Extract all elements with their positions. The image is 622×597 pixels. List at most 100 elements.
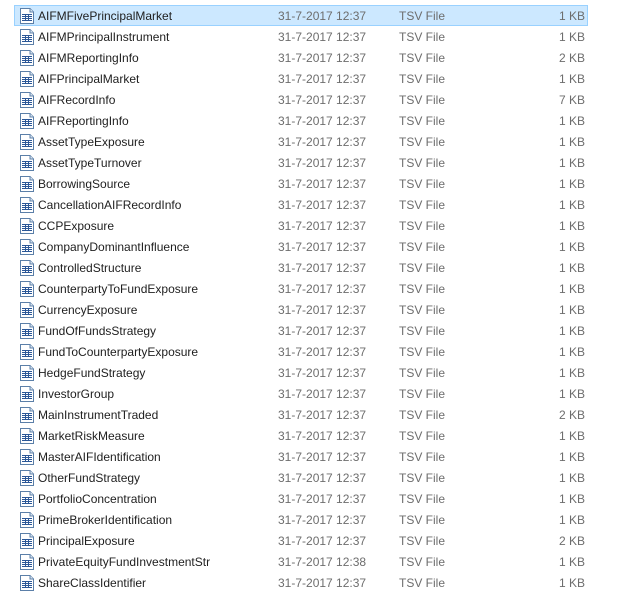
file-row[interactable]: HedgeFundStrategy 31-7-2017 12:37 TSV File… (14, 362, 588, 383)
file-name: AIFReportingInfo (38, 114, 129, 128)
file-name: CCPExposure (38, 219, 115, 233)
tsv-file-icon (20, 71, 34, 87)
file-row[interactable]: PrivateEquityFundInvestmentStr 31-7-2017 … (14, 551, 588, 572)
file-type: TSV File (399, 303, 446, 317)
file-date-modified: 31-7-2017 12:37 (278, 156, 367, 170)
file-size: 2 KB (558, 534, 585, 548)
tsv-file-icon (20, 50, 34, 66)
file-row[interactable]: CCPExposure 31-7-2017 12:37 TSV File 1 KB (14, 215, 588, 236)
file-row[interactable]: BorrowingSource 31-7-2017 12:37 TSV File 1 … (14, 173, 588, 194)
file-row[interactable]: ShareClassIdentifier 31-7-2017 12:37 TSV F… (14, 572, 588, 593)
file-row[interactable]: PrincipalExposure 31-7-2017 12:37 TSV File… (14, 530, 588, 551)
file-type: TSV File (399, 492, 446, 506)
tsv-file-icon (20, 449, 34, 465)
file-type: TSV File (399, 93, 446, 107)
file-size: 1 KB (558, 240, 585, 254)
file-size: 1 KB (558, 198, 585, 212)
file-date-modified: 31-7-2017 12:37 (278, 198, 367, 212)
tsv-file-icon (20, 554, 34, 570)
file-date-modified: 31-7-2017 12:37 (278, 534, 367, 548)
file-row[interactable]: OtherFundStrategy 31-7-2017 12:37 TSV File… (14, 467, 588, 488)
file-size: 1 KB (558, 324, 585, 338)
file-row[interactable]: ControlledStructure 31-7-2017 12:37 TSV Fi… (14, 257, 588, 278)
file-type: TSV File (399, 534, 446, 548)
tsv-file-icon (20, 8, 34, 24)
file-name: PrincipalExposure (38, 534, 135, 548)
file-row[interactable]: FundOfFundsStrategy 31-7-2017 12:37 TSV Fi… (14, 320, 588, 341)
file-list: AIFMFivePrincipalMarket 31-7-2017 12:37 TS… (14, 5, 588, 593)
file-date-modified: 31-7-2017 12:37 (278, 240, 367, 254)
file-type: TSV File (399, 261, 446, 275)
file-type: TSV File (399, 30, 446, 44)
file-name: CompanyDominantInfluence (38, 240, 190, 254)
file-row[interactable]: AIFMReportingInfo 31-7-2017 12:37 TSV File… (14, 47, 588, 68)
file-size: 1 KB (558, 450, 585, 464)
file-type: TSV File (399, 72, 446, 86)
file-name: InvestorGroup (38, 387, 115, 401)
file-type: TSV File (399, 240, 446, 254)
file-size: 2 KB (558, 51, 585, 65)
file-row[interactable]: PortfolioConcentration 31-7-2017 12:37 TSV… (14, 488, 588, 509)
file-type: TSV File (399, 219, 446, 233)
file-row[interactable]: AIFRecordInfo 31-7-2017 12:37 TSV File 7 KB (14, 89, 588, 110)
file-name: AssetTypeTurnover (38, 156, 142, 170)
file-row[interactable]: CurrencyExposure 31-7-2017 12:37 TSV File 1… (14, 299, 588, 320)
file-name: AIFMFivePrincipalMarket (38, 9, 173, 23)
file-row[interactable]: MasterAIFIdentification 31-7-2017 12:37 TS… (14, 446, 588, 467)
file-size: 1 KB (558, 471, 585, 485)
file-row[interactable]: AIFReportingInfo 31-7-2017 12:37 TSV File 1… (14, 110, 588, 131)
tsv-file-icon (20, 533, 34, 549)
file-row[interactable]: AssetTypeExposure 31-7-2017 12:37 TSV File… (14, 131, 588, 152)
file-size: 1 KB (558, 492, 585, 506)
file-date-modified: 31-7-2017 12:37 (278, 429, 367, 443)
file-row[interactable]: CancellationAIFRecordInfo 31-7-2017 12:37… (14, 194, 588, 215)
file-row[interactable]: AIFMFivePrincipalMarket 31-7-2017 12:37 TS… (14, 5, 588, 26)
file-date-modified: 31-7-2017 12:37 (278, 219, 367, 233)
file-type: TSV File (399, 387, 446, 401)
file-size: 1 KB (558, 177, 585, 191)
file-size: 1 KB (558, 303, 585, 317)
file-name: HedgeFundStrategy (38, 366, 146, 380)
file-row[interactable]: FundToCounterpartyExposure 31-7-2017 12:3… (14, 341, 588, 362)
file-date-modified: 31-7-2017 12:37 (278, 135, 367, 149)
file-name: MarketRiskMeasure (38, 429, 145, 443)
file-row[interactable]: CounterpartyToFundExposure 31-7-2017 12:3… (14, 278, 588, 299)
file-date-modified: 31-7-2017 12:37 (278, 282, 367, 296)
file-size: 1 KB (558, 30, 585, 44)
file-name: BorrowingSource (38, 177, 131, 191)
file-size: 2 KB (558, 408, 585, 422)
file-date-modified: 31-7-2017 12:37 (278, 576, 367, 590)
file-name: ShareClassIdentifier (38, 576, 147, 590)
file-date-modified: 31-7-2017 12:37 (278, 408, 367, 422)
tsv-file-icon (20, 92, 34, 108)
file-name: AIFMPrincipalInstrument (38, 30, 170, 44)
file-type: TSV File (399, 513, 446, 527)
file-row[interactable]: PrimeBrokerIdentification 31-7-2017 12:37… (14, 509, 588, 530)
file-size: 1 KB (558, 135, 585, 149)
file-row[interactable]: AssetTypeTurnover 31-7-2017 12:37 TSV File… (14, 152, 588, 173)
file-row[interactable]: AIFPrincipalMarket 31-7-2017 12:37 TSV Fil… (14, 68, 588, 89)
file-row[interactable]: InvestorGroup 31-7-2017 12:37 TSV File 1 KB (14, 383, 588, 404)
file-type: TSV File (399, 9, 446, 23)
file-date-modified: 31-7-2017 12:37 (278, 324, 367, 338)
tsv-file-icon (20, 239, 34, 255)
file-size: 1 KB (558, 114, 585, 128)
file-row[interactable]: MarketRiskMeasure 31-7-2017 12:37 TSV File… (14, 425, 588, 446)
file-type: TSV File (399, 198, 446, 212)
file-size: 1 KB (558, 387, 585, 401)
file-date-modified: 31-7-2017 12:37 (278, 366, 367, 380)
file-name: FundToCounterpartyExposure (38, 345, 199, 359)
file-type: TSV File (399, 282, 446, 296)
file-size: 1 KB (558, 513, 585, 527)
file-row[interactable]: MainInstrumentTraded 31-7-2017 12:37 TSV F… (14, 404, 588, 425)
file-date-modified: 31-7-2017 12:37 (278, 9, 367, 23)
tsv-file-icon (20, 323, 34, 339)
file-row[interactable]: CompanyDominantInfluence 31-7-2017 12:37 T… (14, 236, 588, 257)
tsv-file-icon (20, 491, 34, 507)
tsv-file-icon (20, 197, 34, 213)
file-row[interactable]: AIFMPrincipalInstrument 31-7-2017 12:37 TS… (14, 26, 588, 47)
file-date-modified: 31-7-2017 12:37 (278, 114, 367, 128)
file-name: FundOfFundsStrategy (38, 324, 157, 338)
file-date-modified: 31-7-2017 12:37 (278, 387, 367, 401)
file-name: PrimeBrokerIdentification (38, 513, 173, 527)
